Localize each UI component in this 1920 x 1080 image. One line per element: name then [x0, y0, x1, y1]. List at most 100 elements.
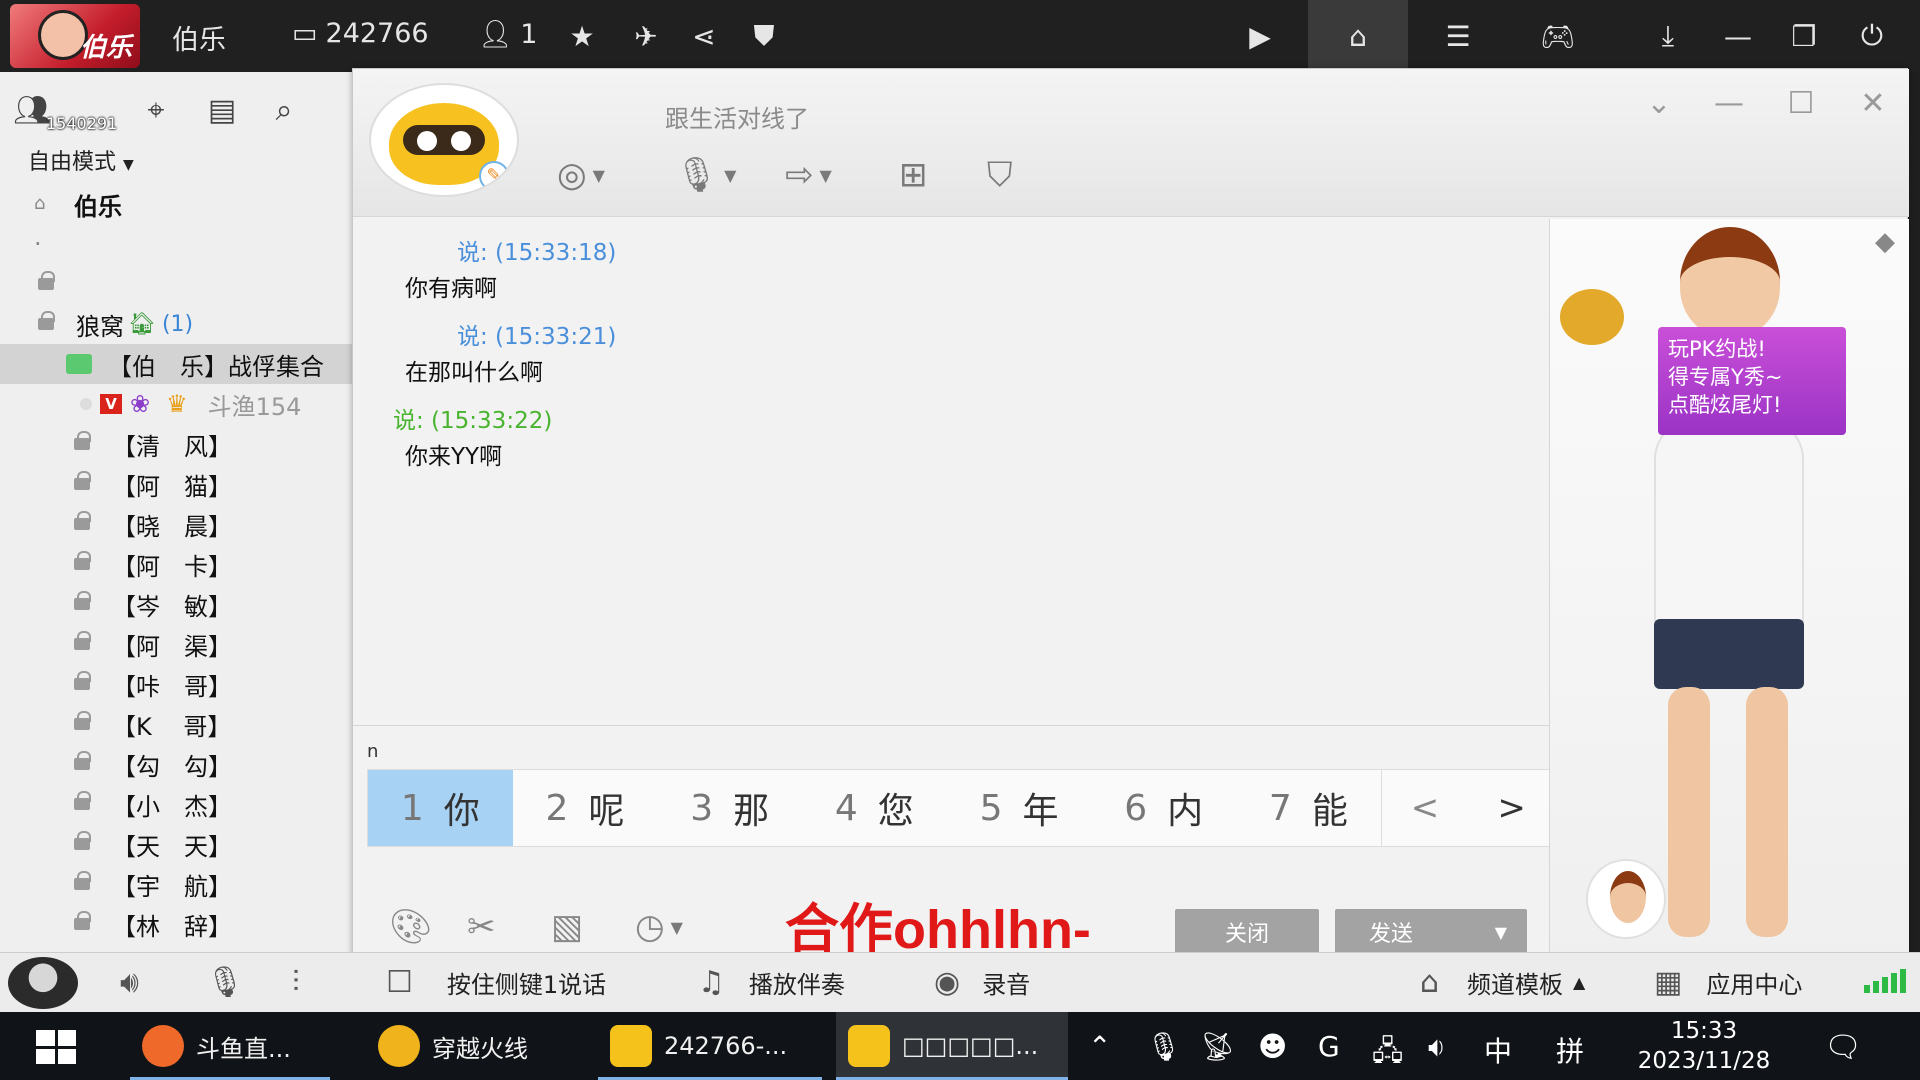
volume-icon[interactable]: 🔉︎ — [1428, 1030, 1446, 1064]
ime-candidate[interactable]: 5年 — [947, 770, 1092, 846]
star-icon[interactable]: ★ — [562, 16, 602, 56]
home-icon[interactable]: ⌂ — [1338, 16, 1378, 56]
taskbar-app-yy-chat[interactable]: □□□□□... — [836, 1012, 1068, 1080]
speaker-icon[interactable]: 🔊︎ — [120, 965, 139, 1000]
channel-id[interactable]: ▭ 242766 — [292, 18, 429, 49]
tree-root[interactable]: ⌂ 伯乐 — [0, 184, 352, 224]
play-music-button[interactable]: ♫ 播放伴奏 — [698, 965, 845, 1000]
channel-list-item[interactable]: 【天 天】 — [0, 824, 352, 864]
add-chat-button[interactable]: ⊞ — [899, 153, 928, 197]
diamond-icon[interactable]: ◆ — [1875, 227, 1895, 257]
list-icon[interactable]: ☰ — [1438, 16, 1478, 56]
network-icon[interactable]: 🖧︎ — [1372, 1030, 1403, 1078]
notification-icon[interactable]: 🗨︎ — [1824, 1030, 1862, 1065]
channel-list-item[interactable]: 【小 杰】 — [0, 784, 352, 824]
tree-item-selected-channel[interactable]: 【伯 乐】战俘集合 — [0, 344, 352, 384]
member-row[interactable]: V ❀ ♛ 斗渔154 — [0, 384, 352, 424]
group-label: 狼窝 — [76, 312, 124, 341]
file-transfer-button[interactable]: ⇨ ▼ — [785, 153, 832, 197]
location-icon[interactable]: ⌖ — [136, 90, 176, 130]
tree-group[interactable]: 狼窝 🏠︎ (1) — [0, 304, 352, 344]
channel-list-item[interactable]: 【阿 渠】 — [0, 624, 352, 664]
restore-icon[interactable]: ❐ — [1784, 16, 1824, 56]
ime-candidate[interactable]: 1你 — [368, 770, 513, 846]
ime-candidate[interactable]: 3那 — [657, 770, 802, 846]
dropdown-icon[interactable]: ⌄ — [1639, 83, 1679, 123]
contact-avatar[interactable]: ✎ — [369, 83, 519, 197]
self-avatar[interactable] — [8, 957, 78, 1009]
pk-promo-banner[interactable]: 玩PK约战! 得专属Y秀~ 点酷炫尾灯! — [1658, 327, 1846, 435]
channel-list-item[interactable]: 【K 哥】 — [0, 704, 352, 744]
ime-layout[interactable]: 拼 — [1556, 1030, 1584, 1070]
share-icon[interactable]: ⋖ — [684, 16, 724, 56]
ime-prev-button[interactable]: < — [1382, 770, 1469, 846]
user-avatar-logo[interactable]: 伯乐 — [10, 4, 140, 68]
close-icon[interactable]: ✕ — [1853, 83, 1893, 123]
history-button[interactable]: ◷ ▼ — [635, 905, 683, 949]
ime-candidate[interactable]: 7能 — [1236, 770, 1381, 846]
tree-item[interactable]: · — [0, 224, 352, 264]
edit-icon[interactable]: ✎ — [479, 161, 509, 191]
mini-avatar[interactable] — [1586, 859, 1666, 939]
gamepad-icon[interactable]: 🎮︎ — [1538, 16, 1578, 56]
channel-list-item[interactable]: 【晓 晨】 — [0, 504, 352, 544]
channel-label: 【K 哥】 — [112, 712, 232, 741]
channel-template-button[interactable]: ⌂ 频道模板 ▲ — [1420, 965, 1585, 1000]
ime-candidate[interactable]: 4您 — [802, 770, 947, 846]
channel-list-item[interactable]: 【岑 敏】 — [0, 584, 352, 624]
video-icon[interactable]: ▶ — [1240, 16, 1280, 56]
font-icon[interactable]: 🎨︎ — [389, 905, 432, 949]
shield-icon[interactable]: ⛊ — [744, 16, 784, 56]
close-button[interactable]: 关闭 — [1175, 909, 1319, 955]
app-center-button[interactable]: ▦ 应用中心 — [1654, 965, 1802, 1000]
mixer-icon[interactable]: ⫶ — [292, 965, 300, 1000]
tree-item[interactable] — [0, 264, 352, 304]
taskbar-app-crossfire[interactable]: 穿越火线 — [366, 1012, 540, 1080]
message-input[interactable]: n — [367, 741, 378, 762]
minimize-icon[interactable]: — — [1718, 16, 1758, 56]
channel-list-item[interactable]: 【林 辞】 — [0, 904, 352, 944]
push-to-talk-toggle[interactable]: ☐ 按住侧键1说话 — [386, 965, 606, 1000]
record-button[interactable]: ◉ 录音 — [934, 965, 1030, 1000]
channel-list-item[interactable]: 【阿 猫】 — [0, 464, 352, 504]
microphone-tray-icon[interactable]: 🎙︎ — [1146, 1030, 1182, 1063]
username[interactable]: 伯乐 — [172, 18, 226, 57]
lock-icon — [74, 671, 91, 690]
channel-list-item[interactable]: 【咔 哥】 — [0, 664, 352, 704]
ime-candidate[interactable]: 2呢 — [513, 770, 658, 846]
channel-label: 【阿 渠】 — [112, 632, 232, 661]
image-icon[interactable]: ▧ — [551, 905, 583, 949]
taskbar-app-yy-channel[interactable]: 242766-... — [598, 1012, 799, 1080]
minimize-icon[interactable]: — — [1709, 83, 1749, 123]
scissors-icon[interactable]: ✂ — [467, 905, 496, 949]
send-button[interactable]: 发送 ▼ — [1335, 909, 1527, 955]
power-icon[interactable]: ⏻ — [1852, 16, 1892, 56]
mode-dropdown[interactable]: 自由模式 ▼ — [28, 144, 134, 176]
lock-icon — [38, 311, 55, 330]
ime-mode[interactable]: 中 — [1484, 1030, 1512, 1070]
yy-tray-icon[interactable]: ☻ — [1258, 1030, 1287, 1063]
online-count[interactable]: 👤︎ 1 — [478, 18, 537, 51]
chevron-up-icon[interactable]: ⌃ — [1088, 1030, 1111, 1063]
chevron-down-icon[interactable]: ▼ — [1495, 923, 1507, 942]
report-button[interactable]: ⛉ — [987, 153, 1013, 197]
windows-start-icon[interactable] — [36, 1030, 76, 1064]
channel-list-item[interactable]: 【勾 勾】 — [0, 744, 352, 784]
microphone-icon[interactable]: 🎙︎ — [206, 965, 244, 1000]
camera-button[interactable]: ◎ ▼ — [557, 153, 605, 197]
download-icon[interactable]: ⤓ — [1648, 16, 1688, 56]
notes-icon[interactable]: ▤ — [202, 90, 242, 130]
satellite-icon[interactable]: 📡︎ — [1200, 1030, 1236, 1063]
taskbar-app-douyu[interactable]: 斗鱼直... — [130, 1012, 303, 1080]
taskbar-clock[interactable]: 15:33 2023/11/28 — [1616, 1016, 1792, 1076]
g-tray-icon[interactable]: G — [1318, 1030, 1340, 1063]
ime-next-button[interactable]: > — [1468, 770, 1555, 846]
ime-candidate[interactable]: 6内 — [1091, 770, 1236, 846]
channel-list-item[interactable]: 【宇 航】 — [0, 864, 352, 904]
channel-list-item[interactable]: 【阿 卡】 — [0, 544, 352, 584]
channel-list-item[interactable]: 【清 风】 — [0, 424, 352, 464]
search-icon[interactable]: ⌕ — [264, 90, 304, 130]
maximize-icon[interactable]: ☐ — [1781, 83, 1821, 123]
mic-button[interactable]: 🎙︎ ▼ — [675, 153, 736, 197]
plane-icon[interactable]: ✈ — [626, 16, 666, 56]
